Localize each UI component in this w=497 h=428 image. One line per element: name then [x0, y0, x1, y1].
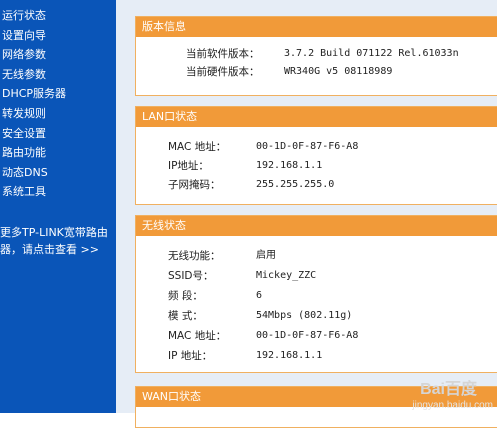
- value: 00-1D-0F-87-F6-A8: [256, 141, 359, 152]
- label: 子网掩码：: [168, 179, 221, 191]
- label: 频 段：: [168, 290, 203, 302]
- nav-item-run-status[interactable]: 运行状态: [0, 6, 66, 26]
- panel-title: 无线状态: [136, 216, 497, 236]
- label: 无线功能：: [168, 250, 221, 262]
- promo-text: 更多TP-LINK宽带路由 器，请点击查看 >>: [0, 224, 108, 258]
- nav-item-dhcp-server[interactable]: DHCP服务器: [0, 84, 66, 104]
- label: SSID号：: [168, 270, 214, 282]
- label: 当前硬件版本：: [186, 66, 260, 78]
- nav-item-system-tools[interactable]: 系统工具: [0, 182, 66, 202]
- label: IP地址：: [168, 160, 209, 172]
- watermark-logo: Bai百度: [420, 381, 477, 398]
- panel-title: 版本信息: [136, 17, 497, 37]
- nav-item-routing[interactable]: 路由功能: [0, 143, 66, 163]
- value: WR340G v5 08118989: [284, 66, 393, 77]
- panel-lan-status: LAN口状态 MAC 地址： 00-1D-0F-87-F6-A8 IP地址： 1…: [135, 106, 497, 205]
- watermark-text: jingyan.baidu.com: [412, 400, 493, 411]
- value: 00-1D-0F-87-F6-A8: [256, 330, 359, 341]
- nav-item-network-params[interactable]: 网络参数: [0, 45, 66, 65]
- value: 192.168.1.1: [256, 160, 323, 171]
- nav-list: 运行状态 设置向导 网络参数 无线参数 DHCP服务器 转发规则 安全设置 路由…: [0, 6, 66, 202]
- label: MAC 地址：: [168, 330, 227, 342]
- label: MAC 地址：: [168, 141, 227, 153]
- promo-link[interactable]: 器，请点击查看 >>: [0, 241, 108, 258]
- sidebar-nav: 运行状态 设置向导 网络参数 无线参数 DHCP服务器 转发规则 安全设置 路由…: [0, 0, 116, 413]
- value: 3.7.2 Build 071122 Rel.61033n: [284, 48, 459, 59]
- nav-item-wireless-params[interactable]: 无线参数: [0, 65, 66, 85]
- value: 54Mbps (802.11g): [256, 310, 353, 321]
- value: Mickey_ZZC: [256, 270, 317, 281]
- nav-item-dynamic-dns[interactable]: 动态DNS: [0, 163, 66, 183]
- value: 255.255.255.0: [256, 179, 335, 190]
- value: 启用: [256, 250, 276, 261]
- nav-item-setup-wizard[interactable]: 设置向导: [0, 26, 66, 46]
- promo-line-1: 更多TP-LINK宽带路由: [0, 226, 108, 239]
- panel-wireless-status: 无线状态 无线功能： 启用 SSID号： Mickey_ZZC 频 段： 6 模…: [135, 215, 497, 373]
- panel-version-info: 版本信息 当前软件版本： 3.7.2 Build 071122 Rel.6103…: [135, 16, 497, 96]
- main-content: 版本信息 当前软件版本： 3.7.2 Build 071122 Rel.6103…: [116, 0, 497, 428]
- label: 当前软件版本：: [186, 48, 260, 60]
- value: 192.168.1.1: [256, 350, 323, 361]
- label: IP 地址：: [168, 350, 213, 362]
- nav-item-forwarding-rules[interactable]: 转发规则: [0, 104, 66, 124]
- nav-item-security-settings[interactable]: 安全设置: [0, 124, 66, 144]
- panel-title: LAN口状态: [136, 107, 497, 127]
- label: 模 式：: [168, 310, 203, 322]
- value: 6: [256, 290, 263, 301]
